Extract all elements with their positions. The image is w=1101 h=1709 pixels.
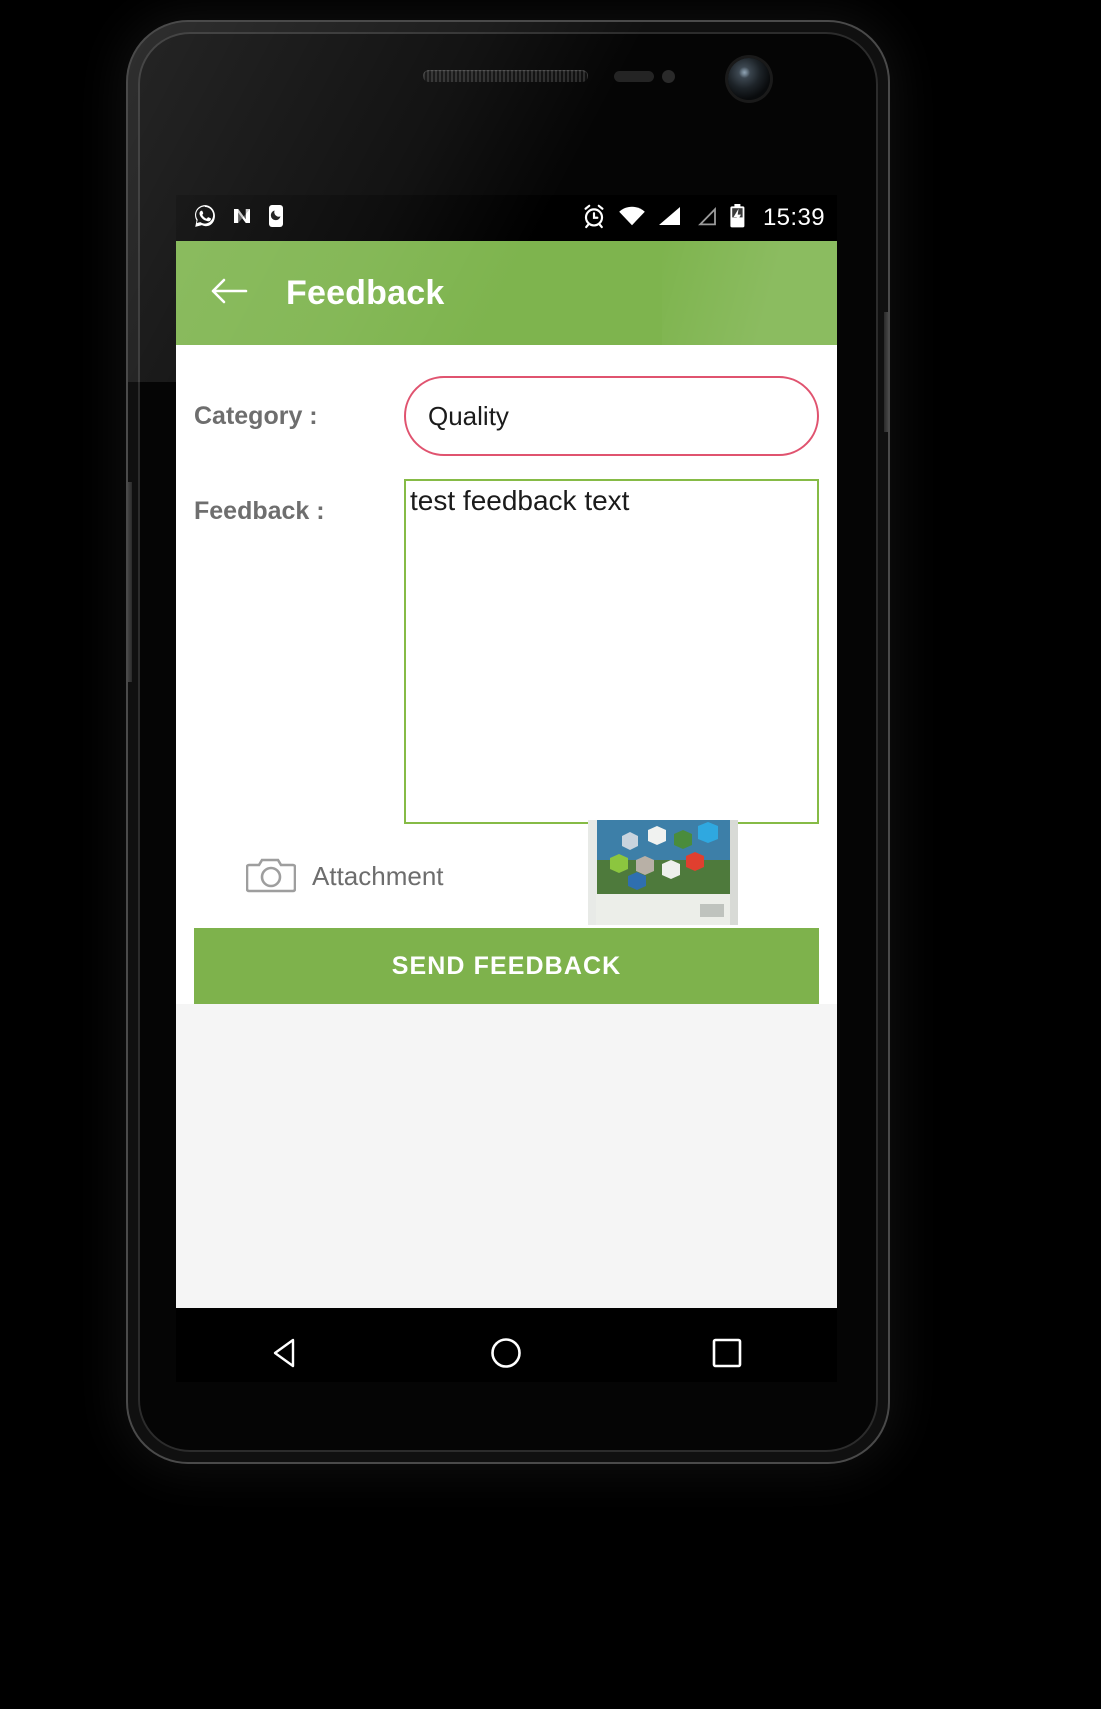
volume-button[interactable] bbox=[128, 482, 132, 682]
wifi-icon bbox=[618, 204, 646, 233]
attachment-label: Attachment bbox=[312, 860, 444, 891]
app-bar-gloss bbox=[662, 241, 837, 345]
camera-icon bbox=[245, 854, 297, 899]
signal-bars-icon bbox=[657, 204, 682, 233]
nav-home-circle-icon[interactable] bbox=[461, 1308, 551, 1382]
send-feedback-label: SEND FEEDBACK bbox=[391, 951, 622, 980]
battery-charging-icon bbox=[729, 203, 746, 234]
category-row: Category : Quality bbox=[176, 365, 837, 467]
category-value: Quality bbox=[428, 400, 509, 431]
page-title: Feedback bbox=[286, 273, 445, 312]
feedback-form: Category : Quality Feedback : test feedb… bbox=[176, 345, 837, 1308]
category-input[interactable]: Quality bbox=[404, 376, 819, 456]
phone-frame: 15:39 Feedback Category : Quality Feedba… bbox=[128, 22, 888, 1462]
proximity-sensor bbox=[614, 71, 654, 82]
front-camera-glint bbox=[739, 67, 750, 78]
attachment-thumbnail[interactable] bbox=[588, 820, 738, 925]
status-bar-system-icons: 15:39 bbox=[581, 203, 825, 234]
attachment-row: Attachment bbox=[176, 820, 837, 928]
send-feedback-button[interactable]: SEND FEEDBACK bbox=[194, 928, 819, 1004]
feedback-row: Feedback : test feedback text bbox=[176, 479, 837, 824]
nova-launcher-icon bbox=[230, 204, 254, 233]
arrow-back-icon[interactable] bbox=[210, 276, 248, 311]
category-label: Category : bbox=[194, 401, 318, 430]
attachment-button[interactable]: Attachment bbox=[245, 854, 444, 899]
feedback-value: test feedback text bbox=[410, 485, 630, 516]
signal-bars-empty-icon bbox=[693, 204, 718, 233]
status-bar: 15:39 bbox=[176, 195, 837, 241]
empty-content-area bbox=[176, 1004, 837, 1308]
do-not-disturb-moon-icon bbox=[266, 203, 286, 234]
earpiece-speaker bbox=[423, 70, 588, 82]
navigation-bar bbox=[176, 1308, 837, 1382]
front-camera bbox=[728, 58, 770, 100]
phone-screen: 15:39 Feedback Category : Quality Feedba… bbox=[176, 195, 837, 1382]
nav-recents-square-icon[interactable] bbox=[682, 1308, 772, 1382]
alarm-clock-icon bbox=[581, 203, 607, 234]
status-bar-clock: 15:39 bbox=[762, 204, 825, 231]
whatsapp-icon bbox=[192, 203, 218, 234]
light-sensor bbox=[662, 70, 675, 83]
nav-back-triangle-icon[interactable] bbox=[241, 1308, 331, 1382]
status-bar-notification-icons bbox=[192, 203, 581, 234]
feedback-textarea[interactable]: test feedback text bbox=[404, 479, 819, 824]
app-bar: Feedback bbox=[176, 241, 837, 345]
power-button[interactable] bbox=[884, 312, 888, 432]
feedback-label: Feedback : bbox=[194, 497, 325, 525]
